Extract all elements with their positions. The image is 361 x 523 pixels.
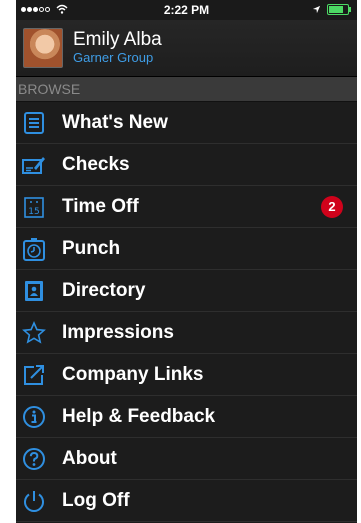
- power-icon: [21, 488, 47, 514]
- menu-item-whats-new[interactable]: What's New: [16, 102, 357, 144]
- calendar-icon: 15: [21, 194, 47, 220]
- battery-icon: [327, 4, 351, 15]
- info-icon: [21, 404, 47, 430]
- notification-badge: 2: [321, 196, 343, 218]
- svg-text:15: 15: [28, 207, 39, 217]
- menu-item-log-off[interactable]: Log Off: [16, 480, 357, 522]
- news-list-icon: [21, 110, 47, 136]
- question-icon: [21, 446, 47, 472]
- menu-item-company-links[interactable]: Company Links: [16, 354, 357, 396]
- external-link-icon: [21, 362, 47, 388]
- app-screen: 2:22 PM Emily Alba Garner Group BROWSE W…: [16, 0, 357, 523]
- menu-item-label: Impressions: [62, 321, 174, 343]
- menu-item-label: Punch: [62, 237, 121, 259]
- menu-item-checks[interactable]: Checks: [16, 144, 357, 186]
- menu-list: What's New Checks 15 Time Off 2 Punch Di…: [16, 102, 357, 522]
- menu-item-label: Log Off: [62, 489, 130, 511]
- menu-item-label: Checks: [62, 153, 130, 175]
- section-header-browse: BROWSE: [16, 77, 357, 102]
- battery-fill: [329, 6, 344, 13]
- menu-item-punch[interactable]: Punch: [16, 228, 357, 270]
- checks-icon: [21, 152, 47, 178]
- menu-item-about[interactable]: About: [16, 438, 357, 480]
- menu-item-label: Directory: [62, 279, 146, 301]
- status-bar: 2:22 PM: [16, 0, 357, 20]
- menu-item-label: About: [62, 447, 117, 469]
- menu-item-help-feedback[interactable]: Help & Feedback: [16, 396, 357, 438]
- user-name: Emily Alba: [73, 29, 162, 50]
- status-time: 2:22 PM: [163, 3, 210, 17]
- contact-book-icon: [21, 278, 47, 304]
- user-profile[interactable]: Emily Alba Garner Group: [16, 20, 357, 77]
- menu-item-label: What's New: [62, 111, 168, 133]
- company-name: Garner Group: [73, 50, 154, 65]
- menu-item-label: Time Off: [62, 195, 139, 217]
- stopwatch-icon: [21, 236, 47, 262]
- star-icon: [21, 320, 47, 346]
- profile-text: Emily Alba Garner Group: [73, 30, 162, 66]
- menu-item-label: Help & Feedback: [62, 405, 216, 427]
- menu-item-impressions[interactable]: Impressions: [16, 312, 357, 354]
- avatar: [23, 28, 63, 68]
- location-arrow-icon: [312, 5, 321, 14]
- menu-item-directory[interactable]: Directory: [16, 270, 357, 312]
- menu-item-time-off[interactable]: 15 Time Off 2: [16, 186, 357, 228]
- status-right: [312, 4, 351, 15]
- menu-item-label: Company Links: [62, 363, 204, 385]
